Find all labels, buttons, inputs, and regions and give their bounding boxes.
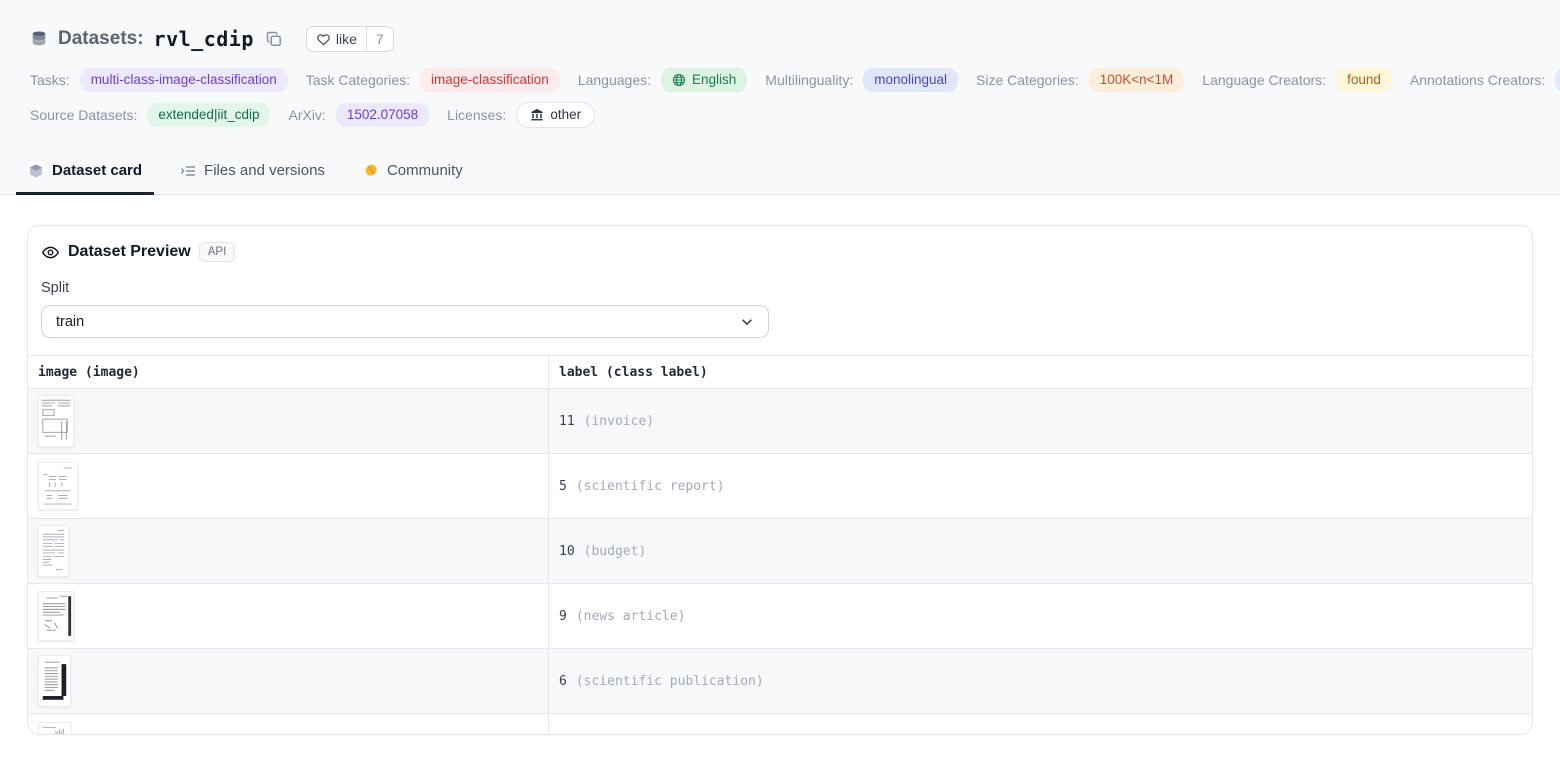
- tag-size-category[interactable]: 100K<n<1M: [1089, 68, 1185, 92]
- tag-language[interactable]: English: [661, 68, 747, 92]
- label-value: 10: [559, 544, 575, 559]
- label-name: (budget): [584, 544, 647, 559]
- tab-bar: Dataset card Files and versions Communit…: [0, 152, 1560, 195]
- tag-group-label: Licenses:: [447, 107, 506, 123]
- tag-group-label: Multilinguality:: [765, 72, 853, 88]
- api-badge[interactable]: API: [199, 242, 236, 262]
- table-row: 6 (scientific publication): [28, 649, 1532, 714]
- tag-group-licenses: Licenses: other: [447, 102, 595, 128]
- tag-annotations-creators[interactable]: found: [1555, 68, 1560, 92]
- tag-group-label: Annotations Creators:: [1410, 72, 1545, 88]
- tag-language-label: English: [692, 72, 736, 88]
- tag-group-label: Task Categories:: [306, 72, 410, 88]
- tab-label: Community: [387, 162, 463, 179]
- tab-files-and-versions[interactable]: Files and versions: [168, 152, 337, 195]
- chevron-down-icon: [740, 315, 754, 329]
- label-value: 5: [559, 479, 567, 494]
- like-button[interactable]: like 7: [306, 26, 394, 52]
- eye-icon: [41, 243, 60, 262]
- table-row: 5 (scientific report): [28, 454, 1532, 519]
- tags-row-1: Tasks: multi-class-image-classification …: [0, 68, 1560, 92]
- cube-icon: [28, 163, 44, 179]
- main-content: Dataset Preview API Split train image (i…: [0, 195, 1560, 735]
- globe-icon: [672, 73, 686, 87]
- tag-group-language-creators: Language Creators: found: [1202, 68, 1392, 92]
- label-name: (news article): [576, 609, 686, 624]
- table-row-partial: [28, 714, 1532, 735]
- community-hands-icon: [363, 163, 379, 179]
- label-value: 6: [559, 674, 567, 689]
- tag-group-annotations-creators: Annotations Creators: found: [1410, 68, 1560, 92]
- dataset-preview-header: Dataset Preview API: [41, 242, 1519, 262]
- tag-arxiv[interactable]: 1502.07058: [336, 103, 429, 127]
- tags-row-2: Source Datasets: extended|iit_cdip ArXiv…: [0, 102, 1560, 128]
- split-select[interactable]: train: [41, 305, 769, 338]
- split-label: Split: [41, 280, 1519, 296]
- tag-license-label: other: [550, 107, 581, 123]
- tab-label: Dataset card: [52, 162, 142, 179]
- tag-group-label: Source Datasets:: [30, 107, 137, 123]
- tag-source-dataset[interactable]: extended|iit_cdip: [147, 103, 270, 127]
- tag-multilinguality[interactable]: monolingual: [863, 68, 958, 92]
- tab-dataset-card[interactable]: Dataset card: [16, 152, 154, 195]
- database-icon: [30, 30, 48, 48]
- tag-group-size-categories: Size Categories: 100K<n<1M: [976, 68, 1184, 92]
- table-row: 9 (news article): [28, 584, 1532, 649]
- tag-group-source-datasets: Source Datasets: extended|iit_cdip: [30, 103, 270, 127]
- breadcrumb[interactable]: Datasets:: [58, 28, 144, 50]
- document-thumbnail[interactable]: [38, 591, 74, 641]
- tag-group-task-categories: Task Categories: image-classification: [306, 68, 560, 92]
- page-header-area: Datasets: rvl_cdip like 7 Tasks: multi-c…: [0, 0, 1560, 195]
- tag-group-multilinguality: Multilinguality: monolingual: [765, 68, 958, 92]
- tag-task-category[interactable]: image-classification: [420, 68, 560, 92]
- tag-group-languages: Languages: English: [578, 68, 747, 92]
- table-row: 10 (budget): [28, 519, 1532, 584]
- tag-license[interactable]: other: [516, 102, 595, 128]
- document-thumbnail[interactable]: [38, 722, 72, 735]
- tag-group-label: Languages:: [578, 72, 651, 88]
- tag-group-label: Size Categories:: [976, 72, 1079, 88]
- label-value: 9: [559, 609, 567, 624]
- label-value: 11: [559, 414, 575, 429]
- tab-community[interactable]: Community: [351, 152, 475, 195]
- dataset-name: rvl_cdip: [154, 27, 254, 51]
- like-count[interactable]: 7: [366, 27, 393, 51]
- tag-group-tasks: Tasks: multi-class-image-classification: [30, 68, 288, 92]
- preview-title: Dataset Preview: [68, 243, 191, 261]
- document-thumbnail[interactable]: [38, 525, 69, 577]
- column-header-image: image (image): [28, 356, 548, 388]
- preview-table: image (image) label (class label) 11 (inv…: [28, 355, 1532, 735]
- document-thumbnail[interactable]: [38, 462, 78, 510]
- tag-group-arxiv: ArXiv: 1502.07058: [288, 103, 429, 127]
- heart-icon: [316, 32, 331, 47]
- column-header-label: label (class label): [548, 356, 1532, 388]
- tag-language-creators[interactable]: found: [1336, 68, 1392, 92]
- label-name: (scientific report): [576, 479, 725, 494]
- bank-icon: [530, 108, 544, 122]
- like-label: like: [336, 31, 357, 47]
- table-header-row: image (image) label (class label): [28, 356, 1532, 389]
- versions-list-icon: [180, 163, 196, 179]
- tag-group-label: ArXiv:: [288, 107, 325, 123]
- dataset-preview-card: Dataset Preview API Split train image (i…: [27, 225, 1533, 735]
- split-selected-value: train: [56, 314, 84, 330]
- tag-tasks[interactable]: multi-class-image-classification: [80, 68, 288, 92]
- document-thumbnail[interactable]: [38, 655, 71, 707]
- tab-label: Files and versions: [204, 162, 325, 179]
- label-name: (scientific publication): [576, 674, 764, 689]
- label-name: (invoice): [584, 414, 654, 429]
- table-row: 11 (invoice): [28, 389, 1532, 454]
- copy-icon[interactable]: [266, 31, 282, 47]
- title-row: Datasets: rvl_cdip like 7: [0, 0, 1560, 52]
- document-thumbnail[interactable]: [38, 395, 74, 447]
- tag-group-label: Tasks:: [30, 72, 70, 88]
- tag-group-label: Language Creators:: [1202, 72, 1326, 88]
